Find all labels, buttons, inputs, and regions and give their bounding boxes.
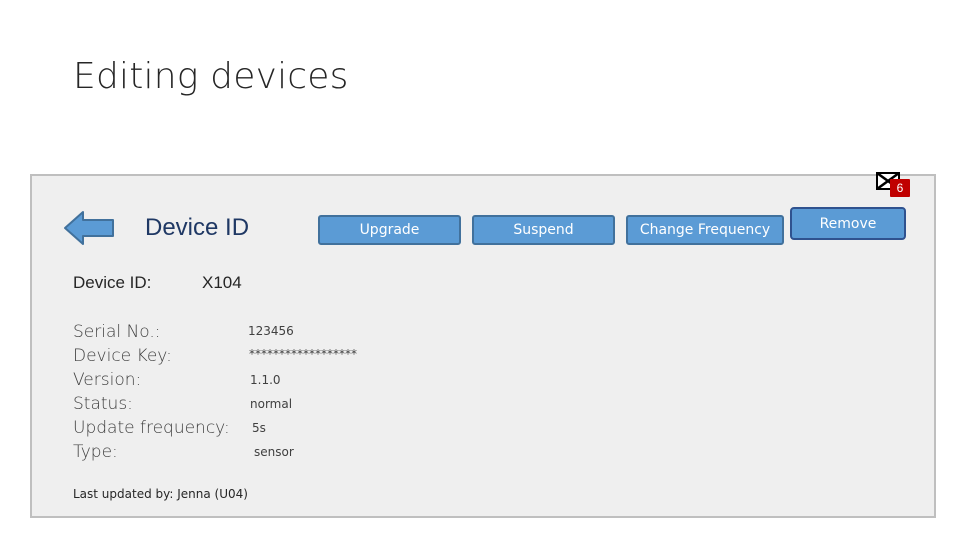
device-id-label: Device ID: [73,273,152,292]
remove-button[interactable]: Remove [790,207,906,240]
device-key-label: Device Key: [73,346,172,366]
update-frequency-value: 5s [252,421,266,435]
type-value: sensor [254,445,294,459]
slide-title: Editing devices [73,56,349,97]
upgrade-button[interactable]: Upgrade [318,215,461,245]
notification-badge: 6 [890,179,910,197]
device-id-value: X104 [202,273,242,292]
serial-no-label: Serial No.: [73,322,161,342]
status-value: normal [250,397,293,411]
serial-no-value: 123456 [248,324,294,338]
panel-heading: Device ID [145,214,250,241]
suspend-button[interactable]: Suspend [472,215,615,245]
type-label: Type: [73,442,118,462]
change-frequency-button[interactable]: Change Frequency [626,215,784,245]
device-key-value: ****************** [249,347,357,361]
version-label: Version: [73,370,142,390]
last-updated-note: Last updated by: Jenna (U04) [73,487,248,501]
update-frequency-label: Update frequency: [73,418,230,438]
back-arrow-icon[interactable] [63,210,115,246]
device-field-labels: Serial No.: Device Key: Version: Status:… [73,320,230,464]
status-label: Status: [73,394,133,414]
version-value: 1.1.0 [250,373,281,387]
